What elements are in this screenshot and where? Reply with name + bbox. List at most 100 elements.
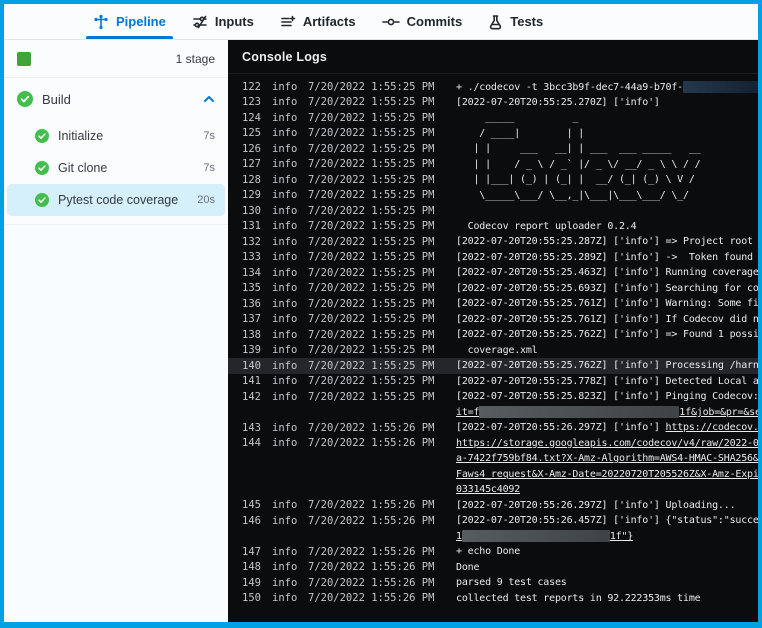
log-line-number[interactable]: 148 bbox=[236, 561, 261, 573]
log-link[interactable]: 1f&job=&pr=&se bbox=[679, 407, 758, 418]
log-line-number[interactable]: 123 bbox=[236, 96, 261, 108]
chevron-up-icon[interactable] bbox=[203, 93, 215, 105]
log-timestamp: 7/20/2022 1:55:26 PM bbox=[308, 561, 449, 573]
log-line-number[interactable]: 150 bbox=[236, 592, 261, 604]
log-text: [2022-07-20T20:55:25.761Z] ['info'] Warn… bbox=[456, 298, 758, 309]
log-link[interactable]: 1 bbox=[456, 531, 462, 542]
log-link[interactable]: 033145c4092 bbox=[456, 484, 520, 495]
log-timestamp: 7/20/2022 1:55:25 PM bbox=[308, 158, 449, 170]
log-message: [2022-07-20T20:55:25.761Z] ['info'] If C… bbox=[456, 314, 758, 325]
step-label: Initialize bbox=[58, 129, 194, 143]
log-line-number[interactable]: 132 bbox=[236, 236, 261, 248]
log-line-number[interactable]: 134 bbox=[236, 267, 261, 279]
tab-artifacts[interactable]: Artifacts bbox=[267, 4, 369, 39]
log-line-number[interactable]: 140 bbox=[236, 360, 261, 372]
log-line-number[interactable]: 146 bbox=[236, 515, 261, 527]
log-message: + echo Done bbox=[456, 546, 758, 557]
log-line-number[interactable]: 127 bbox=[236, 158, 261, 170]
tab-pipeline[interactable]: Pipeline bbox=[80, 4, 179, 39]
success-check-icon bbox=[35, 193, 49, 207]
log-level: info bbox=[272, 267, 300, 279]
log-row: 128info7/20/2022 1:55:25 PM | |___| (_) … bbox=[228, 172, 758, 188]
log-level: info bbox=[272, 437, 300, 449]
stage-item-build[interactable]: Build bbox=[4, 78, 228, 120]
log-link[interactable]: Faws4_request&X-Amz-Date=20220720T205526… bbox=[456, 469, 758, 480]
log-text: coverage.xml bbox=[456, 345, 538, 356]
log-line-number[interactable]: 147 bbox=[236, 546, 261, 558]
tab-inputs[interactable]: Inputs bbox=[179, 4, 267, 39]
log-message: | | / _ \ / _` |/ _ \/ __/ _ \ \ / / bbox=[456, 159, 758, 170]
stage-count-label: 1 stage bbox=[176, 52, 215, 66]
log-link[interactable]: 1f"} bbox=[610, 531, 633, 542]
log-link[interactable]: a-7422f759bf84.txt?X-Amz-Algorithm=AWS4-… bbox=[456, 453, 758, 464]
log-row: 136info7/20/2022 1:55:25 PM[2022-07-20T2… bbox=[228, 296, 758, 312]
log-text: [2022-07-20T20:55:25.761Z] ['info'] If C… bbox=[456, 314, 758, 325]
log-row: 150info7/20/2022 1:55:26 PMcollected tes… bbox=[228, 591, 758, 607]
log-line-number[interactable]: 133 bbox=[236, 251, 261, 263]
sidebar-empty-area bbox=[4, 224, 228, 622]
tab-label: Artifacts bbox=[303, 14, 356, 29]
tab-label: Inputs bbox=[215, 14, 254, 29]
tab-label: Commits bbox=[407, 14, 463, 29]
log-message: \_____\___/ \__,_|\___|\___\___/ \_/ bbox=[456, 190, 758, 201]
log-level: info bbox=[272, 375, 300, 387]
log-message: Faws4_request&X-Amz-Date=20220720T205526… bbox=[456, 469, 758, 480]
log-line-number[interactable]: 144 bbox=[236, 437, 261, 449]
log-line-number[interactable]: 135 bbox=[236, 282, 261, 294]
log-line-number[interactable]: 138 bbox=[236, 329, 261, 341]
tab-tests[interactable]: Tests bbox=[475, 4, 556, 39]
log-text: [2022-07-20T20:55:26.297Z] ['info'] bbox=[456, 422, 666, 433]
log-timestamp: 7/20/2022 1:55:25 PM bbox=[308, 205, 449, 217]
log-text: | | / _ \ / _` |/ _ \/ __/ _ \ \ / / bbox=[456, 159, 700, 170]
log-timestamp: 7/20/2022 1:55:25 PM bbox=[308, 143, 449, 155]
log-line-number[interactable]: 124 bbox=[236, 112, 261, 124]
tab-label: Tests bbox=[510, 14, 543, 29]
stage-sidebar: 1 stage Build Initialize7sGit clone7sPyt… bbox=[4, 40, 228, 622]
console-header: Console Logs bbox=[228, 40, 758, 74]
log-line-number[interactable]: 126 bbox=[236, 143, 261, 155]
log-row: 141info7/20/2022 1:55:25 PM[2022-07-20T2… bbox=[228, 374, 758, 390]
log-timestamp: 7/20/2022 1:55:25 PM bbox=[308, 375, 449, 387]
log-line-number[interactable]: 137 bbox=[236, 313, 261, 325]
log-line-number[interactable]: 129 bbox=[236, 189, 261, 201]
step-item-initialize[interactable]: Initialize 7s bbox=[7, 120, 225, 152]
log-line-number[interactable]: 141 bbox=[236, 375, 261, 387]
log-link[interactable]: https://codecov.io/ bbox=[666, 422, 758, 433]
log-text: [2022-07-20T20:55:25.762Z] ['info'] Proc… bbox=[456, 360, 758, 371]
step-item-git-clone[interactable]: Git clone7s bbox=[7, 152, 225, 184]
step-duration: 7s bbox=[203, 162, 215, 174]
log-link[interactable]: it=f bbox=[456, 407, 479, 418]
log-message: Done bbox=[456, 562, 758, 573]
log-timestamp: 7/20/2022 1:55:25 PM bbox=[308, 391, 449, 403]
log-line-number[interactable]: 142 bbox=[236, 391, 261, 403]
log-timestamp: 7/20/2022 1:55:26 PM bbox=[308, 499, 449, 511]
log-line-number[interactable]: 149 bbox=[236, 577, 261, 589]
console-panel: Console Logs 122 info 7/20/2022 1:55:25 PM… bbox=[228, 40, 758, 622]
log-line-number[interactable]: 128 bbox=[236, 174, 261, 186]
log-line-number[interactable]: 130 bbox=[236, 205, 261, 217]
pipeline-icon bbox=[93, 14, 109, 30]
log-message: collected test reports in 92.222353ms ti… bbox=[456, 593, 758, 604]
log-row: 148info7/20/2022 1:55:26 PMDone bbox=[228, 560, 758, 576]
log-text: | | ___ __| | ___ ___ _____ __ bbox=[456, 143, 700, 154]
log-line-number[interactable]: 125 bbox=[236, 127, 261, 139]
log-line-number[interactable]: 131 bbox=[236, 220, 261, 232]
log-line-number[interactable]: 145 bbox=[236, 499, 261, 511]
log-text: Done bbox=[456, 562, 479, 573]
step-duration: 7s bbox=[203, 130, 215, 142]
log-line-number[interactable]: 143 bbox=[236, 422, 261, 434]
tab-commits[interactable]: Commits bbox=[369, 4, 476, 39]
log-text: + echo Done bbox=[456, 546, 520, 557]
step-item-pytest-code-coverage[interactable]: Pytest code coverage20s bbox=[7, 184, 225, 216]
log-link[interactable]: https://storage.googleapis.com/codecov/v… bbox=[456, 438, 758, 449]
commits-icon bbox=[382, 14, 400, 30]
log-line-number[interactable]: 139 bbox=[236, 344, 261, 356]
log-message: coverage.xml bbox=[456, 345, 758, 356]
log-line-number[interactable]: 122 bbox=[236, 81, 261, 93]
console-log-scroll-area[interactable]: 122info7/20/2022 1:55:25 PM+ ./codecov -… bbox=[228, 74, 758, 622]
log-level: info bbox=[272, 127, 300, 139]
log-timestamp: 7/20/2022 1:55:25 PM bbox=[308, 189, 449, 201]
log-timestamp: 7/20/2022 1:55:25 PM bbox=[308, 81, 449, 93]
log-message: [2022-07-20T20:55:25.823Z] ['info'] Ping… bbox=[456, 391, 758, 402]
log-line-number[interactable]: 136 bbox=[236, 298, 261, 310]
